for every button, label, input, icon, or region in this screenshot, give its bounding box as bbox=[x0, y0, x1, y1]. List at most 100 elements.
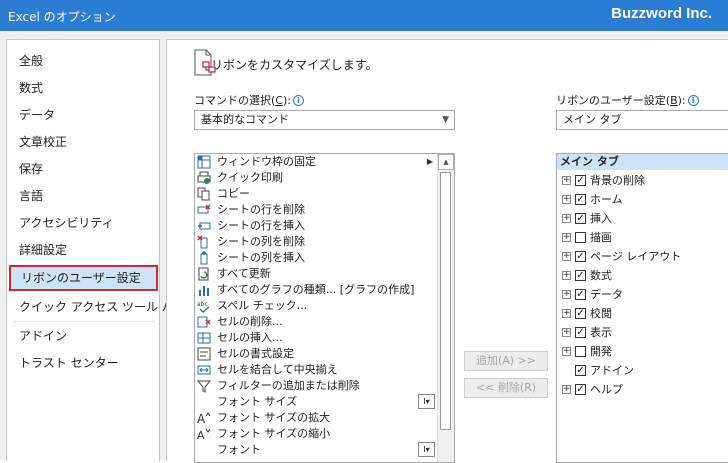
spelling-icon: abc bbox=[197, 301, 210, 313]
submenu-arrow-icon: ▶ bbox=[426, 157, 433, 166]
sidebar-item-quick-access-toolbar[interactable]: クイック アクセス ツール バー bbox=[7, 294, 186, 320]
list-item[interactable]: コピー bbox=[195, 186, 435, 202]
checkbox[interactable] bbox=[575, 346, 586, 357]
tree-header: メイン タブ bbox=[557, 154, 728, 170]
delete-cells-icon bbox=[197, 316, 211, 328]
list-item[interactable]: セルの挿入... bbox=[195, 330, 435, 346]
window-title: Excel のオプション bbox=[8, 10, 116, 24]
copy-icon bbox=[197, 187, 210, 201]
expand-icon[interactable]: + bbox=[562, 195, 571, 204]
expand-icon[interactable]: + bbox=[562, 214, 571, 223]
expand-icon[interactable]: + bbox=[562, 233, 571, 242]
tree-item[interactable]: + ✓ 校閲 bbox=[557, 304, 728, 323]
checkbox[interactable]: ✓ bbox=[575, 308, 586, 319]
tree-item[interactable]: + ✓ 数式 bbox=[557, 266, 728, 285]
quick-print-icon bbox=[197, 171, 211, 184]
options-window: 全般 数式 データ 文章校正 保存 言語 アクセシビリティ 詳細設定 リボンのユ… bbox=[0, 31, 728, 463]
tree-item[interactable]: + ✓ 背景の削除 bbox=[557, 171, 728, 190]
refresh-all-icon bbox=[198, 267, 209, 281]
sidebar-item-save[interactable]: 保存 bbox=[7, 156, 159, 182]
list-item[interactable]: フォント I▾ bbox=[195, 442, 435, 458]
list-item[interactable]: シートの行を削除 bbox=[195, 202, 435, 218]
sidebar-item-data[interactable]: データ bbox=[7, 102, 159, 128]
commands-list[interactable]: ウィンドウ枠の固定 ▶ クイック印刷 コピー シートの行を削除 シートの行を挿入 bbox=[194, 153, 455, 463]
commands-scrollbar[interactable]: ▲ bbox=[437, 154, 454, 462]
tree-item[interactable]: + ✓ データ bbox=[557, 285, 728, 304]
checkbox[interactable]: ✓ bbox=[575, 251, 586, 262]
scroll-thumb[interactable] bbox=[440, 172, 451, 430]
tree-item[interactable]: + 開発 bbox=[557, 342, 728, 361]
list-item[interactable]: シートの列を削除 bbox=[195, 234, 435, 250]
ribbon-dropdown-value: メイン タブ bbox=[563, 113, 622, 126]
checkbox[interactable]: ✓ bbox=[575, 289, 586, 300]
sidebar-item-proofing[interactable]: 文章校正 bbox=[7, 129, 159, 155]
sidebar-item-general[interactable]: 全般 bbox=[7, 48, 159, 74]
sidebar-item-formulas[interactable]: 数式 bbox=[7, 75, 159, 101]
list-item[interactable]: シートの行を挿入 bbox=[195, 218, 435, 234]
brand-logo: Buzzword Inc. bbox=[611, 5, 712, 22]
expand-icon[interactable]: + bbox=[562, 290, 571, 299]
commands-dropdown-value: 基本的なコマンド bbox=[201, 113, 289, 126]
add-button[interactable]: 追加(A) >> bbox=[464, 351, 548, 371]
chart-types-icon bbox=[199, 286, 209, 296]
tree-item[interactable]: + ✓ ホーム bbox=[557, 190, 728, 209]
checkbox[interactable]: ✓ bbox=[575, 327, 586, 338]
options-sidebar: 全般 数式 データ 文章校正 保存 言語 アクセシビリティ 詳細設定 リボンのユ… bbox=[6, 39, 186, 461]
merge-center-icon bbox=[197, 365, 211, 375]
checkbox[interactable] bbox=[575, 232, 586, 243]
list-item[interactable]: フォント サイズ I▾ bbox=[195, 394, 435, 410]
tree-item[interactable]: + ✓ ヘルプ bbox=[557, 380, 728, 399]
options-content: リボンをカスタマイズします。 コマンドの選択(C): i 基本的なコマンド ▼ ウ… bbox=[166, 39, 728, 463]
list-item[interactable]: すべてのグラフの種類... [グラフの作成] bbox=[195, 282, 435, 298]
remove-button[interactable]: << 削除(R) bbox=[464, 378, 548, 398]
tree-item[interactable]: + ✓ 表示 bbox=[557, 323, 728, 342]
sidebar-item-customize-ribbon[interactable]: リボンのユーザー設定 bbox=[9, 265, 158, 291]
checkbox[interactable]: ✓ bbox=[575, 194, 586, 205]
checkbox[interactable]: ✓ bbox=[575, 270, 586, 281]
expand-icon[interactable]: + bbox=[562, 347, 571, 356]
checkbox[interactable]: ✓ bbox=[575, 365, 586, 376]
svg-text:A: A bbox=[197, 429, 205, 441]
title-bar: Excel のオプション Buzzword Inc. bbox=[0, 0, 728, 31]
expand-icon[interactable]: + bbox=[562, 252, 571, 261]
list-item[interactable]: A フォント サイズの拡大 bbox=[195, 410, 435, 426]
tree-item[interactable]: + ✓ 挿入 bbox=[557, 209, 728, 228]
sidebar-item-addins[interactable]: アドイン bbox=[7, 323, 159, 349]
sidebar-item-trust-center[interactable]: トラスト センター bbox=[7, 350, 159, 376]
list-item[interactable]: すべて更新 bbox=[195, 266, 435, 282]
scroll-up-icon[interactable]: ▲ bbox=[438, 154, 454, 170]
expand-icon[interactable]: + bbox=[562, 309, 571, 318]
sidebar-item-accessibility[interactable]: アクセシビリティ bbox=[7, 210, 159, 236]
sidebar-item-advanced[interactable]: 詳細設定 bbox=[7, 237, 159, 263]
info-icon: i bbox=[687, 95, 699, 106]
checkbox[interactable]: ✓ bbox=[575, 213, 586, 224]
list-item[interactable]: セルの削除... bbox=[195, 314, 435, 330]
list-item[interactable]: abc スペル チェック... bbox=[195, 298, 435, 314]
commands-dropdown[interactable]: 基本的なコマンド ▼ bbox=[194, 110, 455, 130]
checkbox[interactable]: ✓ bbox=[575, 384, 586, 395]
list-item[interactable]: セルの書式設定 bbox=[195, 346, 435, 362]
expand-icon[interactable]: + bbox=[562, 385, 571, 394]
list-item[interactable]: A フォント サイズの縮小 bbox=[195, 426, 435, 442]
ribbon-dropdown[interactable]: メイン タブ bbox=[556, 110, 728, 130]
text-field-icon: I▾ bbox=[418, 394, 435, 409]
ribbon-tree[interactable]: メイン タブ + ✓ 背景の削除 + ✓ ホーム + ✓ 挿入 + 描画 + ✓… bbox=[556, 153, 728, 463]
delete-row-icon bbox=[197, 204, 211, 214]
expand-icon[interactable]: + bbox=[562, 328, 571, 337]
expand-icon[interactable]: + bbox=[562, 271, 571, 280]
tree-item[interactable]: ✓ アドイン bbox=[557, 361, 728, 380]
delete-column-icon bbox=[197, 235, 208, 249]
list-item[interactable]: ウィンドウ枠の固定 ▶ bbox=[195, 154, 435, 170]
tree-item[interactable]: + 描画 bbox=[557, 228, 728, 247]
checkbox[interactable]: ✓ bbox=[575, 175, 586, 186]
list-item[interactable]: シートの列を挿入 bbox=[195, 250, 435, 266]
tree-item[interactable]: + ✓ ページ レイアウト bbox=[557, 247, 728, 266]
list-item[interactable]: クイック印刷 bbox=[195, 170, 435, 186]
insert-row-icon bbox=[198, 222, 211, 230]
sidebar-item-language[interactable]: 言語 bbox=[7, 183, 159, 209]
svg-text:A: A bbox=[197, 412, 206, 425]
list-item[interactable]: フィルターの追加または削除 bbox=[195, 378, 435, 394]
expand-icon[interactable]: + bbox=[562, 176, 571, 185]
page-heading: リボンをカスタマイズします。 bbox=[211, 58, 378, 72]
list-item[interactable]: セルを結合して中央揃え bbox=[195, 362, 435, 378]
